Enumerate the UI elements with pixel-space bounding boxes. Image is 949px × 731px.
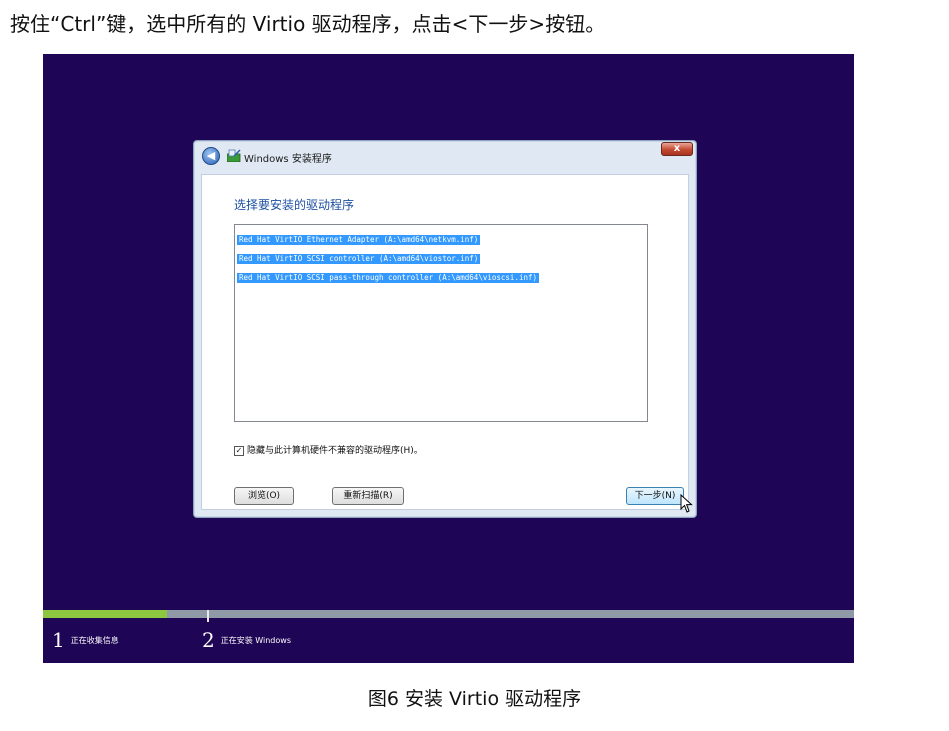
step-2-number: 2 (202, 628, 215, 652)
dialog-titlebar: ◀ Windows 安装程序 x (194, 141, 696, 171)
hide-incompatible-checkbox[interactable]: ✓ (234, 445, 244, 456)
figure-caption: 图6 安装 Virtio 驱动程序 (367, 688, 582, 710)
rescan-button[interactable]: 重新扫描(R) (332, 487, 404, 505)
windows-setup-screen: ◀ Windows 安装程序 x 选择要安装的驱动程序 Red Hat Virt… (43, 54, 854, 663)
driver-listbox[interactable]: Red Hat VirtIO Ethernet Adapter (A:\amd6… (234, 224, 648, 422)
setup-step-2: 2 正在安装 Windows (202, 628, 291, 652)
close-button[interactable]: x (661, 142, 693, 156)
progress-step-divider (207, 610, 209, 622)
mouse-cursor-icon (680, 494, 693, 513)
back-arrow-icon[interactable]: ◀ (202, 147, 220, 165)
step-1-label: 正在收集信息 (70, 635, 119, 645)
page-heading: 选择要安装的驱动程序 (234, 198, 355, 212)
setup-progress-bar (43, 610, 854, 618)
driver-item-viostor[interactable]: Red Hat VirtIO SCSI controller (A:\amd64… (237, 254, 481, 264)
driver-item-netkvm[interactable]: Red Hat VirtIO Ethernet Adapter (A:\amd6… (237, 235, 481, 245)
driver-item-vioscsi[interactable]: Red Hat VirtIO SCSI pass-through control… (237, 273, 540, 283)
step-1-number: 1 (52, 628, 65, 652)
setup-step-1: 1 正在收集信息 (52, 628, 119, 652)
dialog-content: 选择要安装的驱动程序 Red Hat VirtIO Ethernet Adapt… (201, 174, 693, 513)
setup-icon (227, 149, 241, 162)
hide-incompatible-label: 隐藏与此计算机硬件不兼容的驱动程序(H)。 (247, 446, 423, 456)
browse-button[interactable]: 浏览(O) (234, 487, 294, 505)
instruction-text: 按住“Ctrl”键，选中所有的 Virtio 驱动程序，点击<下一步>按钮。 (10, 12, 606, 36)
next-button[interactable]: 下一步(N) (626, 487, 684, 505)
dialog-title: Windows 安装程序 (244, 154, 332, 165)
setup-dialog: ◀ Windows 安装程序 x 选择要安装的驱动程序 Red Hat Virt… (193, 140, 697, 518)
step-2-label: 正在安装 Windows (220, 635, 291, 645)
hide-incompatible-option[interactable]: ✓ 隐藏与此计算机硬件不兼容的驱动程序(H)。 (234, 443, 423, 456)
setup-progress-fill (43, 610, 168, 618)
